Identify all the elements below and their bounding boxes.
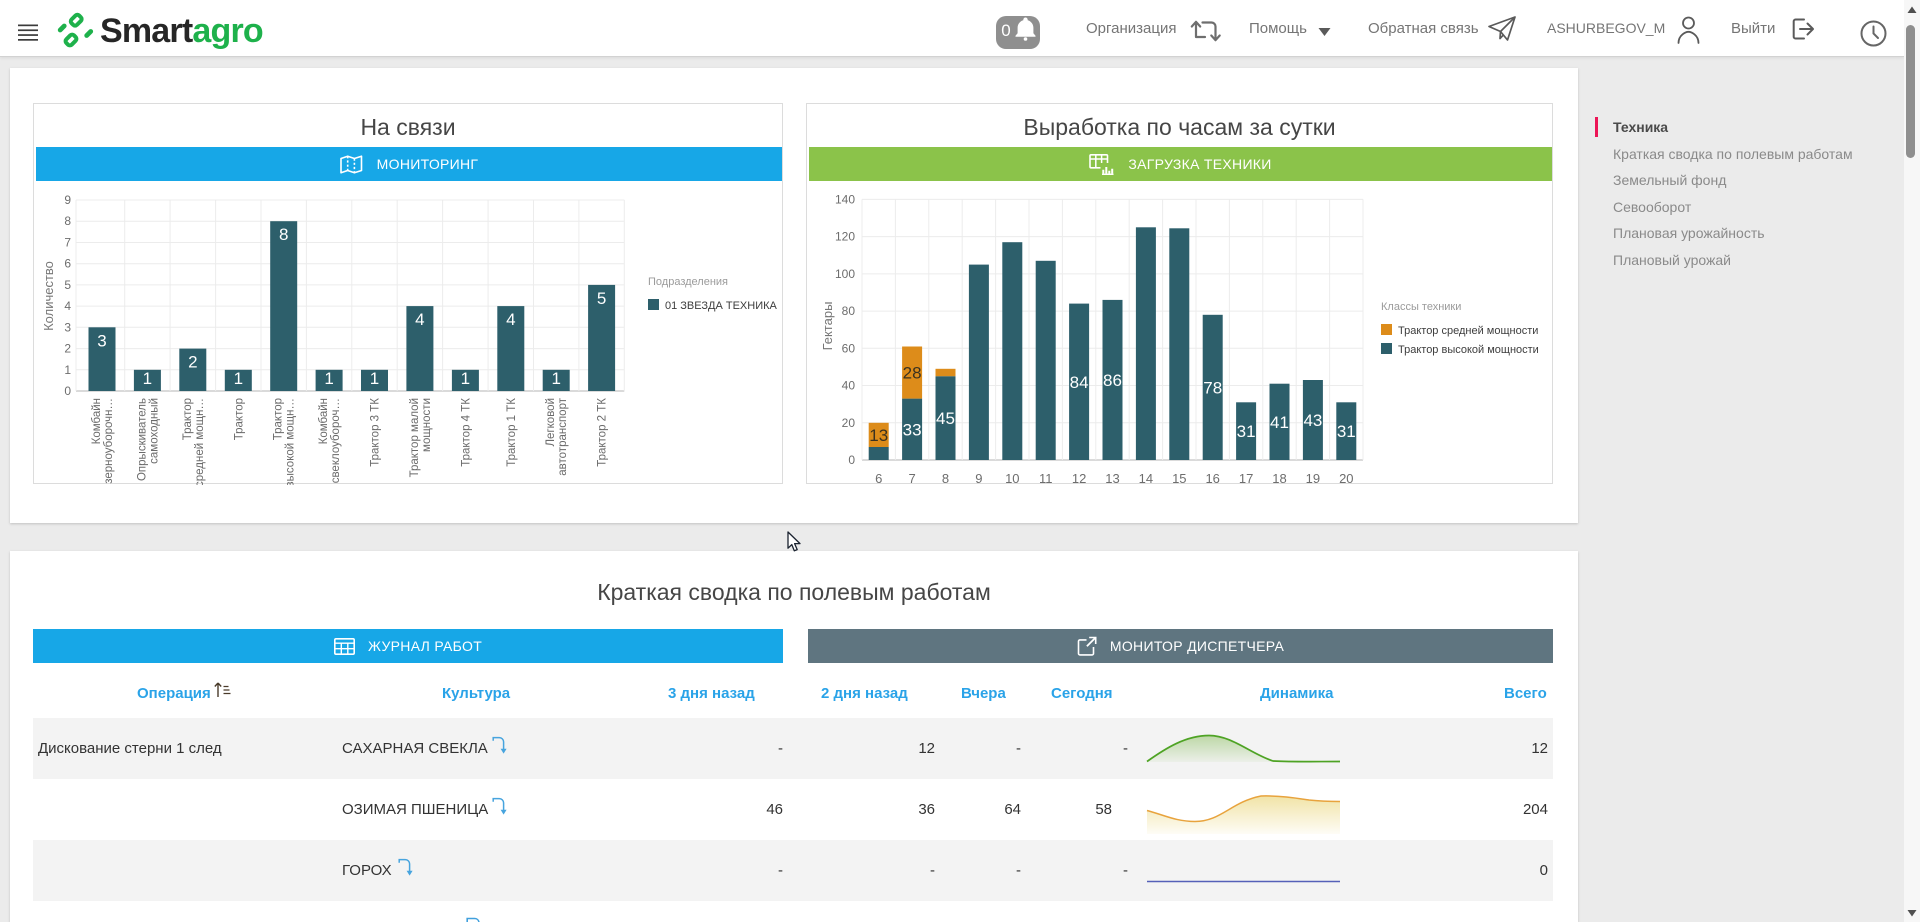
- svg-text:6: 6: [875, 471, 882, 485]
- svg-text:2: 2: [188, 353, 197, 372]
- svg-text:1: 1: [143, 369, 152, 388]
- svg-text:3: 3: [97, 331, 106, 350]
- svg-text:18: 18: [1272, 471, 1286, 485]
- svg-text:Трактор 4 ТК: Трактор 4 ТК: [460, 398, 472, 467]
- svg-text:Трактор 1 ТК: Трактор 1 ТК: [506, 398, 518, 467]
- svg-text:Гектары: Гектары: [820, 302, 835, 351]
- svg-text:01 ЗВЕЗДА ТЕХНИКА: 01 ЗВЕЗДА ТЕХНИКА: [665, 300, 778, 312]
- svg-text:4: 4: [415, 310, 424, 329]
- svg-text:5: 5: [597, 289, 606, 308]
- svg-text:8: 8: [279, 225, 288, 244]
- svg-text:14: 14: [1139, 471, 1153, 485]
- svg-text:120: 120: [835, 230, 855, 244]
- svg-text:100: 100: [835, 267, 855, 281]
- svg-text:43: 43: [1303, 411, 1322, 430]
- svg-text:11: 11: [1039, 471, 1053, 485]
- svg-text:0: 0: [848, 453, 855, 467]
- svg-text:20: 20: [842, 416, 856, 430]
- svg-text:13: 13: [1105, 471, 1119, 485]
- svg-text:140: 140: [835, 192, 855, 206]
- svg-text:1: 1: [324, 369, 333, 388]
- svg-text:8: 8: [942, 471, 949, 485]
- svg-text:Комбайнсвеклоубороч…: Комбайнсвеклоубороч…: [318, 398, 342, 483]
- svg-text:0: 0: [64, 384, 71, 398]
- svg-text:19: 19: [1306, 471, 1320, 485]
- svg-text:1: 1: [234, 369, 243, 388]
- svg-text:Тракторсредней мощн…: Тракторсредней мощн…: [182, 398, 206, 485]
- svg-text:33: 33: [903, 420, 922, 439]
- svg-text:Трактор высокой мощности: Трактор высокой мощности: [1398, 344, 1539, 356]
- svg-text:12: 12: [1072, 471, 1086, 485]
- svg-text:2: 2: [64, 342, 71, 356]
- svg-text:10: 10: [1005, 471, 1019, 485]
- svg-text:41: 41: [1270, 413, 1289, 432]
- svg-text:Трактор средней мощности: Трактор средней мощности: [1398, 325, 1538, 337]
- svg-text:Комбайнзерноуборочн…: Комбайнзерноуборочн…: [91, 398, 115, 484]
- svg-text:8: 8: [64, 214, 71, 228]
- svg-text:Легковойавтотранспорт: Легковойавтотранспорт: [545, 397, 569, 475]
- svg-text:Трактор: Трактор: [233, 398, 245, 440]
- svg-text:7: 7: [64, 236, 71, 250]
- svg-text:5: 5: [64, 278, 71, 292]
- svg-text:28: 28: [903, 364, 922, 383]
- svg-text:31: 31: [1237, 422, 1256, 441]
- svg-text:86: 86: [1103, 371, 1122, 390]
- svg-text:4: 4: [506, 310, 515, 329]
- svg-text:Трактор 3 ТК: Трактор 3 ТК: [370, 398, 382, 467]
- svg-text:16: 16: [1205, 471, 1219, 485]
- svg-text:1: 1: [64, 363, 71, 377]
- svg-text:Тракторвысокой мощн…: Тракторвысокой мощн…: [273, 398, 297, 485]
- svg-text:6: 6: [64, 257, 71, 271]
- svg-text:80: 80: [842, 304, 856, 318]
- svg-text:60: 60: [842, 341, 856, 355]
- svg-text:Классы техники: Классы техники: [1381, 301, 1461, 313]
- svg-text:9: 9: [64, 193, 71, 207]
- svg-text:1: 1: [551, 369, 560, 388]
- svg-text:4: 4: [64, 299, 71, 313]
- svg-text:3: 3: [64, 320, 71, 334]
- svg-text:Опрыскивательсамоходный: Опрыскивательсамоходный: [136, 398, 160, 481]
- svg-text:Трактор 2 ТК: Трактор 2 ТК: [597, 398, 609, 467]
- svg-text:84: 84: [1070, 373, 1089, 392]
- svg-text:Трактор малоймощности: Трактор малоймощности: [409, 398, 433, 477]
- svg-text:13: 13: [869, 426, 888, 445]
- svg-text:1: 1: [370, 369, 379, 388]
- svg-text:78: 78: [1203, 378, 1222, 397]
- svg-text:7: 7: [908, 471, 915, 485]
- svg-text:17: 17: [1239, 471, 1253, 485]
- svg-text:45: 45: [936, 409, 955, 428]
- svg-text:31: 31: [1337, 422, 1356, 441]
- svg-text:1: 1: [461, 369, 470, 388]
- svg-text:Количество: Количество: [41, 261, 56, 331]
- svg-text:Подразделения: Подразделения: [648, 276, 728, 288]
- svg-text:40: 40: [842, 379, 856, 393]
- svg-text:9: 9: [975, 471, 982, 485]
- svg-text:20: 20: [1339, 471, 1353, 485]
- svg-text:15: 15: [1172, 471, 1186, 485]
